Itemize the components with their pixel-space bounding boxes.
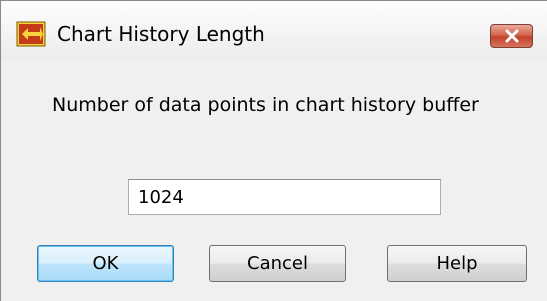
history-length-input[interactable] — [128, 179, 441, 215]
chart-history-length-dialog: Chart History Length Number of data poin… — [0, 0, 547, 301]
dialog-message: Number of data points in chart history b… — [52, 94, 479, 116]
cancel-button[interactable]: Cancel — [209, 245, 346, 282]
ok-button[interactable]: OK — [37, 245, 174, 282]
close-x-icon — [505, 29, 518, 43]
help-button[interactable]: Help — [387, 245, 527, 282]
close-button[interactable] — [490, 24, 533, 48]
labview-app-icon — [16, 21, 46, 47]
title-bar[interactable]: Chart History Length — [1, 1, 547, 59]
window-title: Chart History Length — [57, 22, 265, 46]
